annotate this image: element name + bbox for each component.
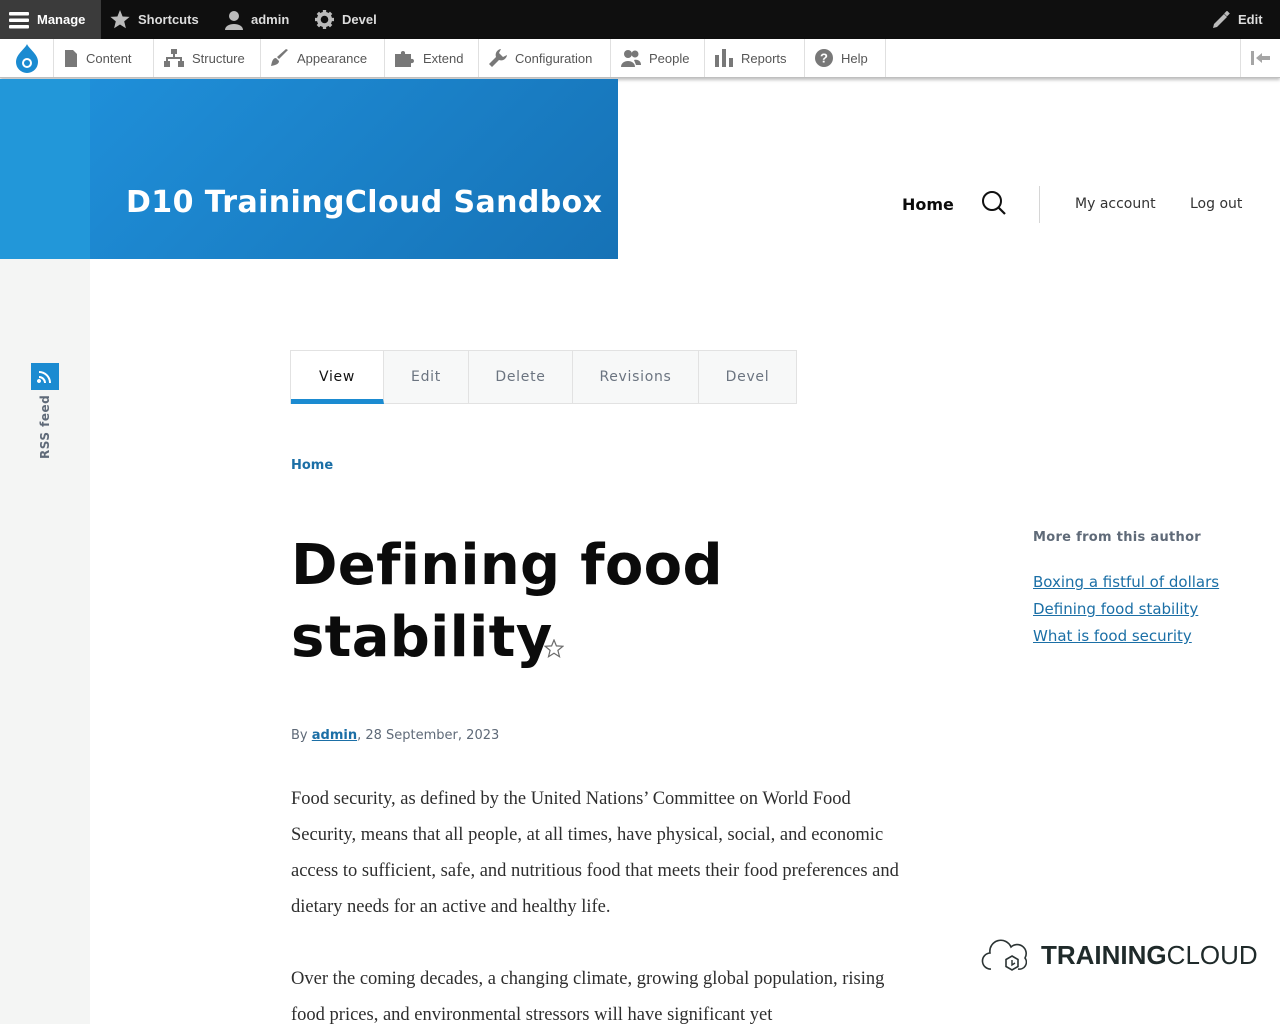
document-icon bbox=[65, 49, 77, 67]
rss-feed-button[interactable] bbox=[31, 363, 59, 390]
tray-item-label: Structure bbox=[192, 50, 245, 66]
admin-toolbar: Manage Shortcuts admin Devel Edit bbox=[0, 0, 1280, 39]
tray-item-extend[interactable]: Extend bbox=[385, 39, 479, 77]
edit-label: Edit bbox=[1238, 12, 1263, 27]
wrench-icon bbox=[489, 49, 507, 67]
edit-toggle[interactable]: Edit bbox=[1212, 0, 1263, 39]
tray-item-label: Help bbox=[841, 50, 868, 66]
nav-divider bbox=[1039, 186, 1040, 223]
site-branding: D10 TrainingCloud Sandbox bbox=[90, 79, 618, 259]
drupal-drop-icon bbox=[15, 44, 38, 73]
tray-item-label: Extend bbox=[423, 50, 464, 66]
tray-item-label: Appearance bbox=[297, 50, 368, 66]
tray-item-label: Configuration bbox=[515, 50, 593, 66]
collapse-left-icon bbox=[1250, 51, 1270, 65]
tab-delete[interactable]: Delete bbox=[469, 351, 573, 403]
page-title: Defining food stability bbox=[291, 530, 731, 674]
paintbrush-icon bbox=[271, 49, 288, 66]
tray-collapse-button[interactable] bbox=[1240, 39, 1280, 77]
site-name[interactable]: D10 TrainingCloud Sandbox bbox=[126, 185, 602, 220]
tray-item-configuration[interactable]: Configuration bbox=[479, 39, 611, 77]
left-sidebar bbox=[0, 79, 90, 1024]
tab-devel[interactable]: Devel bbox=[699, 351, 796, 403]
tray-item-content[interactable]: Content bbox=[54, 39, 154, 77]
search-button[interactable] bbox=[981, 190, 1007, 220]
tab-revisions[interactable]: Revisions bbox=[573, 351, 699, 403]
local-tasks: View Edit Delete Revisions Devel bbox=[290, 350, 797, 404]
article-paragraph: Over the coming decades, a changing clim… bbox=[291, 969, 885, 1025]
cloud-logo-icon bbox=[981, 939, 1027, 971]
byline-prefix: By bbox=[291, 728, 308, 743]
star-outline-icon bbox=[543, 638, 565, 659]
tray-item-structure[interactable]: Structure bbox=[154, 39, 261, 77]
help-icon: ? bbox=[815, 49, 833, 67]
trainingcloud-wordmark: TRAININGCLOUD bbox=[1041, 940, 1258, 971]
sitemap-icon bbox=[164, 49, 184, 67]
tray-item-label: People bbox=[649, 50, 690, 66]
hamburger-icon bbox=[9, 11, 29, 28]
admin-tray: Content Structure Appearance Extend Conf… bbox=[0, 39, 1280, 78]
trainingcloud-logo[interactable]: TRAININGCLOUD bbox=[981, 936, 1258, 974]
nav-home-link[interactable]: Home bbox=[902, 195, 954, 214]
svg-text:?: ? bbox=[820, 51, 828, 66]
star-icon bbox=[110, 10, 130, 29]
related-link[interactable]: What is food security bbox=[1033, 623, 1219, 650]
article-date: , 28 September, 2023 bbox=[357, 728, 500, 743]
related-links: Boxing a fistful of dollars Defining foo… bbox=[1033, 569, 1219, 650]
related-link[interactable]: Defining food stability bbox=[1033, 596, 1219, 623]
tray-item-help[interactable]: ? Help bbox=[805, 39, 886, 77]
pencil-icon bbox=[1213, 10, 1230, 28]
drupal-logo[interactable] bbox=[0, 39, 54, 77]
gear-icon bbox=[315, 10, 334, 29]
user-label: admin bbox=[251, 12, 290, 27]
user-icon bbox=[225, 10, 243, 30]
article-paragraph: Food security, as defined by the United … bbox=[291, 789, 899, 917]
tab-view[interactable]: View bbox=[291, 351, 384, 404]
manage-label: Manage bbox=[37, 12, 86, 27]
tray-item-appearance[interactable]: Appearance bbox=[261, 39, 385, 77]
related-link[interactable]: Boxing a fistful of dollars bbox=[1033, 569, 1219, 596]
search-icon bbox=[982, 191, 1006, 215]
devel-label: Devel bbox=[342, 12, 377, 27]
people-icon bbox=[621, 50, 641, 67]
puzzle-icon bbox=[395, 51, 414, 67]
related-block-title: More from this author bbox=[1033, 530, 1202, 545]
wordmark-bold: TRAINING bbox=[1041, 939, 1167, 970]
breadcrumb-home[interactable]: Home bbox=[291, 458, 333, 473]
tray-item-people[interactable]: People bbox=[611, 39, 705, 77]
article-meta: By admin, 28 September, 2023 bbox=[291, 728, 499, 743]
manage-tab[interactable]: Manage bbox=[0, 0, 101, 39]
user-tab[interactable]: admin bbox=[225, 0, 289, 39]
sidebar-header bbox=[0, 79, 90, 259]
shortcuts-label: Shortcuts bbox=[138, 12, 199, 27]
shortcuts-tab[interactable]: Shortcuts bbox=[110, 0, 199, 39]
tray-item-label: Content bbox=[86, 50, 132, 66]
author-link[interactable]: admin bbox=[312, 728, 357, 743]
rss-feed-label[interactable]: RSS feed bbox=[38, 395, 52, 459]
log-out-link[interactable]: Log out bbox=[1190, 196, 1242, 212]
tab-edit[interactable]: Edit bbox=[384, 351, 469, 403]
page-title-line: Defining food bbox=[291, 533, 723, 598]
tray-item-reports[interactable]: Reports bbox=[705, 39, 805, 77]
bar-chart-icon bbox=[715, 49, 733, 67]
bookmark-star[interactable] bbox=[543, 638, 565, 662]
my-account-link[interactable]: My account bbox=[1075, 196, 1156, 212]
devel-tab[interactable]: Devel bbox=[315, 0, 377, 39]
wordmark-light: CLOUD bbox=[1166, 939, 1258, 970]
page-title-line: stability bbox=[291, 605, 553, 670]
breadcrumb: Home bbox=[291, 458, 333, 473]
tray-item-label: Reports bbox=[741, 50, 787, 66]
rss-icon bbox=[37, 370, 51, 383]
